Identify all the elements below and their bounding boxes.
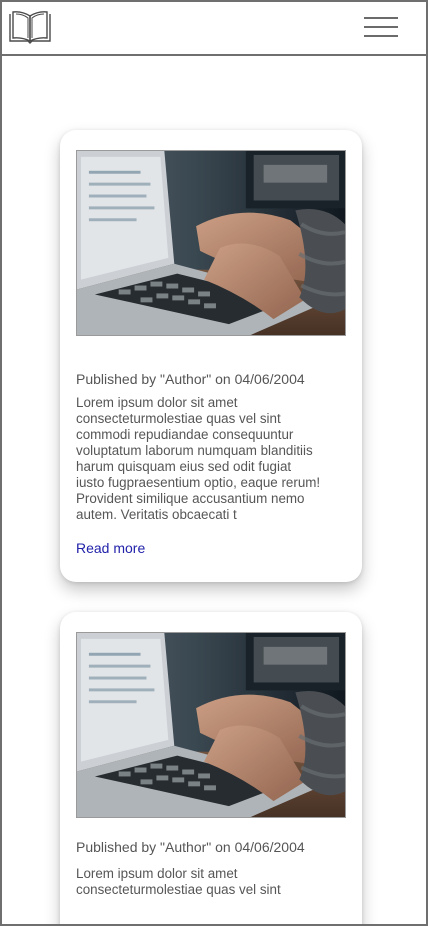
post-card: Published by "Author" on 04/06/2004 Lore… xyxy=(60,130,362,582)
post-excerpt: Lorem ipsum dolor sit amet consecteturmo… xyxy=(76,866,281,897)
read-more-link[interactable]: Read more xyxy=(76,539,145,557)
menu-bar-middle xyxy=(364,26,398,28)
app-frame: Published by "Author" on 04/06/2004 Lore… xyxy=(0,0,428,926)
post-excerpt: Lorem ipsum dolor sit amet consecteturmo… xyxy=(76,395,321,522)
post-card: Published by "Author" on 04/06/2004 Lore… xyxy=(60,612,362,924)
menu-bar-top xyxy=(364,17,398,19)
post-feed[interactable]: Published by "Author" on 04/06/2004 Lore… xyxy=(2,56,426,924)
open-book-icon[interactable] xyxy=(8,10,52,44)
menu-bar-bottom xyxy=(364,35,398,37)
laptop-typing-photo xyxy=(76,150,346,336)
post-meta: Published by "Author" on 04/06/2004 xyxy=(76,839,305,855)
laptop-typing-photo xyxy=(76,632,346,818)
top-header xyxy=(2,2,426,56)
hamburger-menu-button[interactable] xyxy=(362,13,400,41)
post-meta: Published by "Author" on 04/06/2004 xyxy=(76,371,305,387)
